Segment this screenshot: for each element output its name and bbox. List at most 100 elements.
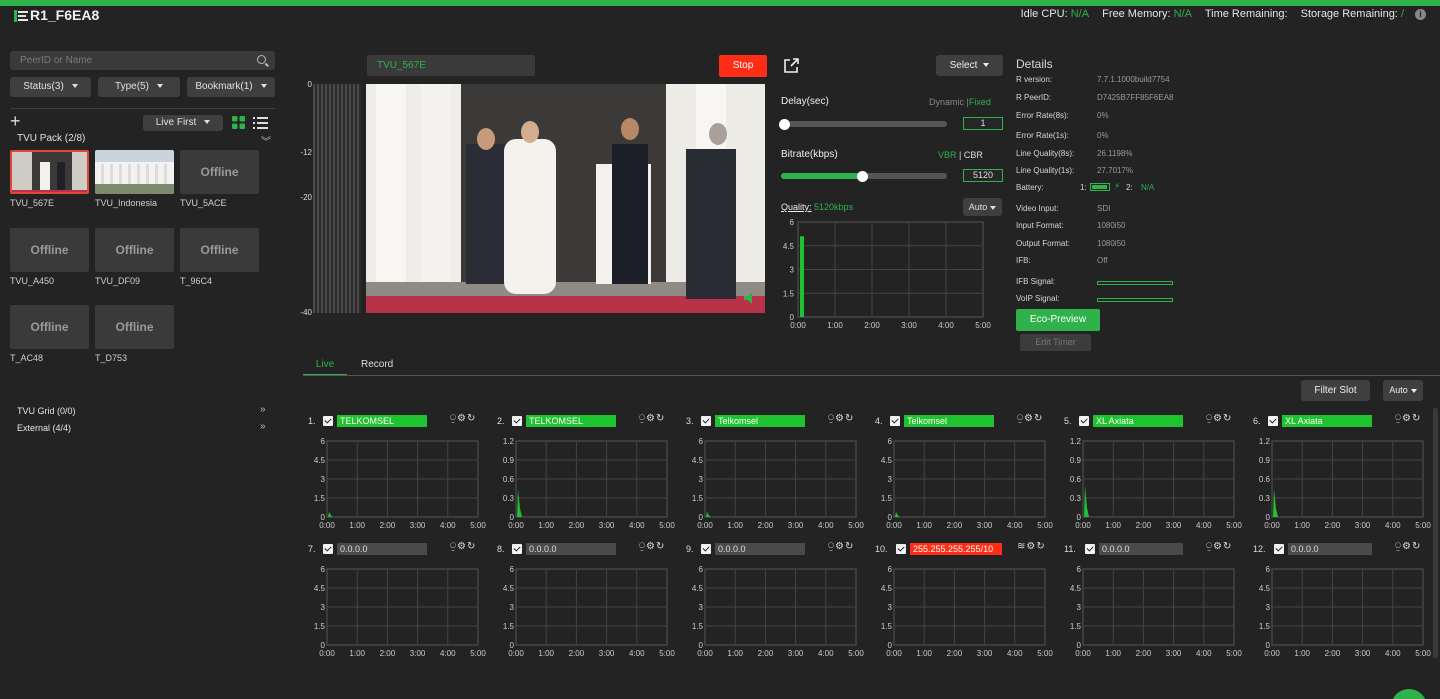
- info-icon[interactable]: i: [1415, 9, 1426, 20]
- refresh-icon[interactable]: ↻: [845, 541, 854, 552]
- external-group[interactable]: External (4/4): [17, 423, 71, 433]
- delay-mode-dynamic[interactable]: Dynamic: [929, 97, 964, 107]
- delay-mode-fixed[interactable]: Fixed: [969, 97, 991, 107]
- slot-checkbox[interactable]: [1274, 544, 1284, 554]
- gear-icon[interactable]: ⚙: [835, 413, 845, 424]
- source-thumbnail[interactable]: Offline: [180, 150, 259, 194]
- gear-icon[interactable]: ⚙: [457, 541, 467, 552]
- refresh-icon[interactable]: ↻: [1412, 413, 1421, 424]
- slot-checkbox[interactable]: [512, 416, 522, 426]
- gear-icon[interactable]: ⚙: [1213, 413, 1223, 424]
- edit-timer-button[interactable]: Edit Timer: [1020, 334, 1091, 351]
- slot-auto-dropdown[interactable]: Auto: [1383, 380, 1423, 401]
- antenna-icon[interactable]: ⍜: [1017, 413, 1024, 424]
- refresh-icon[interactable]: ↻: [1034, 413, 1043, 424]
- gear-icon[interactable]: ⚙: [457, 413, 467, 424]
- slot-checkbox[interactable]: [323, 544, 333, 554]
- antenna-icon[interactable]: ⍜: [828, 541, 835, 552]
- type-filter-dropdown[interactable]: Type(5): [98, 77, 180, 97]
- source-thumbnail[interactable]: Offline: [10, 228, 89, 272]
- gear-icon[interactable]: ⚙: [646, 541, 656, 552]
- slot-checkbox[interactable]: [1268, 416, 1278, 426]
- refresh-icon[interactable]: ↻: [1223, 413, 1232, 424]
- expand-chevron-icon[interactable]: »: [260, 421, 266, 432]
- gear-icon[interactable]: ⚙: [1024, 413, 1034, 424]
- search-input[interactable]: [10, 51, 240, 70]
- refresh-icon[interactable]: ↻: [656, 541, 665, 552]
- gear-icon[interactable]: ⚙: [1402, 541, 1412, 552]
- filter-slot-button[interactable]: Filter Slot: [1301, 380, 1370, 401]
- gear-icon[interactable]: ⚙: [835, 541, 845, 552]
- add-icon[interactable]: +: [10, 111, 21, 132]
- gear-icon[interactable]: ⚙: [1026, 541, 1036, 552]
- slot-checkbox[interactable]: [896, 544, 906, 554]
- source-thumbnail[interactable]: [95, 150, 174, 194]
- antenna-icon[interactable]: ⍜: [828, 413, 835, 424]
- bitrate-mode-vbr[interactable]: VBR: [938, 150, 957, 160]
- antenna-icon[interactable]: ⍜: [450, 541, 457, 552]
- y-tick-label: 0.9: [1070, 456, 1082, 465]
- bookmark-filter-dropdown[interactable]: Bookmark(1): [187, 77, 275, 97]
- tab-record[interactable]: Record: [361, 359, 393, 370]
- tab-live[interactable]: Live: [303, 359, 347, 376]
- slot-checkbox[interactable]: [890, 416, 900, 426]
- bitrate-mode-toggle[interactable]: VBR | CBR: [938, 150, 983, 160]
- refresh-icon[interactable]: ↻: [467, 541, 476, 552]
- source-thumbnail[interactable]: Offline: [10, 305, 89, 349]
- gear-icon[interactable]: ⚙: [646, 413, 656, 424]
- antenna-icon[interactable]: ⍜: [450, 413, 457, 424]
- share-icon[interactable]: [782, 57, 800, 75]
- slot-number: 8.: [497, 544, 505, 554]
- antenna-icon[interactable]: ⍜: [1206, 541, 1213, 552]
- antenna-icon[interactable]: ⍜: [1206, 413, 1213, 424]
- antenna-icon[interactable]: ⍜: [1395, 413, 1402, 424]
- quality-auto-dropdown[interactable]: Auto: [963, 198, 1002, 216]
- slot-checkbox[interactable]: [323, 416, 333, 426]
- source-thumbnail[interactable]: [10, 150, 89, 194]
- stop-button[interactable]: Stop: [719, 55, 767, 77]
- slot-checkbox[interactable]: [512, 544, 522, 554]
- eco-preview-button[interactable]: Eco-Preview: [1016, 309, 1100, 331]
- slot-checkbox[interactable]: [701, 416, 711, 426]
- help-fab[interactable]: [1391, 689, 1427, 699]
- sort-dropdown[interactable]: Live First: [143, 115, 223, 131]
- source-thumbnail[interactable]: Offline: [95, 228, 174, 272]
- bitrate-slider[interactable]: [781, 170, 947, 182]
- antenna-icon[interactable]: ⍜: [1395, 541, 1402, 552]
- gear-icon[interactable]: ⚙: [1402, 413, 1412, 424]
- delay-value-input[interactable]: 1: [963, 117, 1003, 130]
- slots-scrollbar[interactable]: [1433, 408, 1438, 658]
- slot-checkbox[interactable]: [1079, 416, 1089, 426]
- grid-view-icon[interactable]: [232, 116, 245, 129]
- antenna-icon[interactable]: ⍜: [639, 413, 646, 424]
- refresh-icon[interactable]: ↻: [1223, 541, 1232, 552]
- x-tick-label: 0:00: [1264, 649, 1280, 658]
- search-icon[interactable]: [257, 55, 266, 64]
- source-thumbnail[interactable]: Offline: [180, 228, 259, 272]
- delay-mode-toggle[interactable]: Dynamic |Fixed: [929, 97, 991, 107]
- bitrate-slider-handle[interactable]: [856, 170, 868, 182]
- refresh-icon[interactable]: ↻: [467, 413, 476, 424]
- expand-chevron-icon[interactable]: »: [260, 404, 266, 415]
- delay-slider[interactable]: [778, 118, 947, 130]
- video-preview[interactable]: [366, 84, 765, 313]
- refresh-icon[interactable]: ↻: [1036, 541, 1045, 552]
- list-view-icon[interactable]: [253, 117, 268, 129]
- collapse-chevron-icon[interactable]: ︾: [261, 133, 271, 148]
- slot-checkbox[interactable]: [701, 544, 711, 554]
- status-filter-dropdown[interactable]: Status(3): [10, 77, 91, 97]
- delay-slider-handle[interactable]: [778, 118, 790, 130]
- wifi-icon[interactable]: ≋: [1017, 541, 1026, 552]
- tvu-grid-group[interactable]: TVU Grid (0/0): [17, 406, 76, 416]
- source-name-field[interactable]: TVU_567E: [367, 55, 535, 76]
- bitrate-value-input[interactable]: 5120: [963, 169, 1003, 182]
- refresh-icon[interactable]: ↻: [845, 413, 854, 424]
- source-thumbnail[interactable]: Offline: [95, 305, 174, 349]
- select-dropdown[interactable]: Select: [936, 55, 1003, 76]
- refresh-icon[interactable]: ↻: [1412, 541, 1421, 552]
- bitrate-mode-cbr[interactable]: CBR: [964, 150, 983, 160]
- gear-icon[interactable]: ⚙: [1213, 541, 1223, 552]
- slot-checkbox[interactable]: [1085, 544, 1095, 554]
- refresh-icon[interactable]: ↻: [656, 413, 665, 424]
- antenna-icon[interactable]: ⍜: [639, 541, 646, 552]
